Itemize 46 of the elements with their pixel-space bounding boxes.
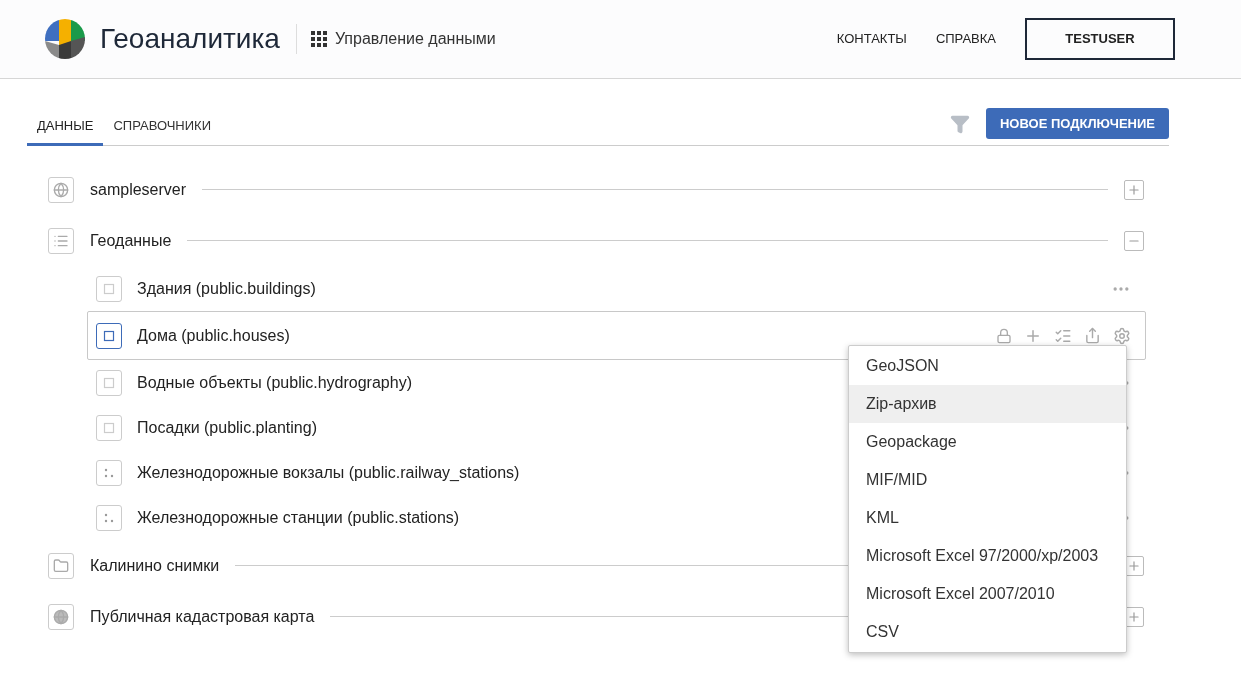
layer-label[interactable]: Здания (public.buildings): [137, 276, 316, 301]
expand-icon[interactable]: [1124, 179, 1144, 200]
nav-link[interactable]: КОНТАКТЫ: [836, 29, 907, 49]
globe-icon: [48, 176, 74, 203]
group-label[interactable]: sampleserver: [90, 177, 187, 202]
polygon-icon: [96, 414, 122, 441]
collapse-icon[interactable]: [1124, 230, 1144, 251]
polygon-icon: [96, 369, 122, 396]
menu-item[interactable]: Zip-архив: [849, 385, 1126, 423]
lock-icon[interactable]: [996, 327, 1012, 344]
tab[interactable]: СПРАВОЧНИКИ: [103, 108, 222, 146]
expand-icon[interactable]: [1124, 555, 1144, 576]
grid-icon[interactable]: [310, 31, 327, 47]
layer-label[interactable]: Дома (public.houses): [137, 323, 290, 348]
layer-label[interactable]: Посадки (public.planting): [137, 415, 317, 440]
layer-label[interactable]: Железнодорожные вокзалы (public.railway_stations): [137, 460, 520, 485]
new-connection-button[interactable]: НОВОЕ ПОДКЛЮЧЕНИЕ: [986, 108, 1169, 139]
filter-icon[interactable]: [950, 113, 970, 134]
polygon-icon: [96, 322, 122, 349]
group-label[interactable]: Калинино снимки: [90, 553, 220, 578]
layer-label[interactable]: Водные объекты (public.hydrography): [137, 370, 412, 395]
menu-item[interactable]: MIF/MID: [849, 461, 1126, 499]
list-icon: [48, 227, 74, 254]
group-label[interactable]: Геоданные: [90, 228, 172, 253]
section-title: Управление данными: [334, 29, 496, 49]
settings-icon[interactable]: [1113, 326, 1131, 345]
expand-icon[interactable]: [1124, 606, 1144, 627]
menu-item[interactable]: Geopackage: [849, 423, 1126, 461]
menu-item[interactable]: KML: [849, 499, 1126, 537]
nav-link[interactable]: СПРАВКА: [935, 29, 996, 49]
folder-icon: [48, 552, 74, 579]
export-icon[interactable]: [1084, 327, 1101, 344]
logo-icon: [45, 19, 85, 59]
menu-item[interactable]: Microsoft Excel 97/2000/xp/2003: [849, 537, 1126, 575]
globe-icon: [48, 603, 74, 630]
polygon-icon: [96, 275, 122, 302]
menu-item[interactable]: Microsoft Excel 2007/2010: [849, 575, 1126, 613]
points-icon: [96, 504, 122, 531]
points-icon: [96, 459, 122, 486]
app-title: Геоаналитика: [100, 22, 280, 56]
group-label[interactable]: Публичная кадастровая карта: [90, 604, 315, 629]
user-button[interactable]: TESTUSER: [1025, 18, 1175, 60]
tab[interactable]: ДАННЫЕ: [27, 108, 104, 146]
layer-label[interactable]: Железнодорожные станции (public.stations): [137, 505, 460, 530]
menu-item[interactable]: CSV: [849, 613, 1126, 651]
menu-item[interactable]: GeoJSON: [849, 347, 1126, 385]
